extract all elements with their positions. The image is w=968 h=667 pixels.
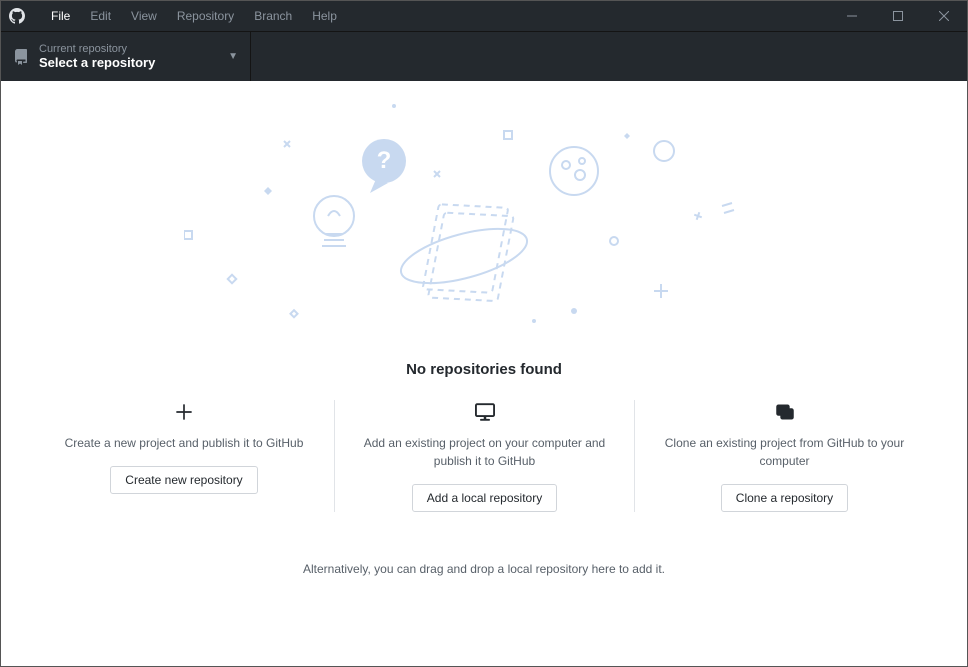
titlebar: File Edit View Repository Branch Help <box>1 1 967 31</box>
monitor-icon <box>473 400 497 424</box>
clone-repository-button[interactable]: Clone a repository <box>721 484 848 512</box>
window-controls <box>829 1 967 31</box>
toolbar: Current repository Select a repository ▼ <box>1 31 967 81</box>
menu-edit[interactable]: Edit <box>80 1 121 31</box>
menu-view[interactable]: View <box>121 1 167 31</box>
option-clone-description: Clone an existing project from GitHub to… <box>655 434 914 470</box>
repo-icon <box>13 49 29 65</box>
menubar: File Edit View Repository Branch Help <box>41 1 347 31</box>
repository-selector[interactable]: Current repository Select a repository ▼ <box>1 32 251 81</box>
close-button[interactable] <box>921 1 967 31</box>
svg-text:?: ? <box>377 147 392 174</box>
menu-file[interactable]: File <box>41 1 80 31</box>
chevron-down-icon: ▼ <box>228 51 238 62</box>
empty-state-illustration: ? <box>184 101 784 341</box>
drag-drop-hint: Alternatively, you can drag and drop a l… <box>303 562 665 576</box>
empty-state-heading: No repositories found <box>406 361 562 378</box>
plus-icon <box>172 400 196 424</box>
option-create-description: Create a new project and publish it to G… <box>65 434 304 452</box>
main-content: ? <box>1 81 967 666</box>
options-row: Create a new project and publish it to G… <box>24 400 944 512</box>
option-clone: Clone an existing project from GitHub to… <box>634 400 934 512</box>
option-add-local: Add an existing project on your computer… <box>334 400 634 512</box>
maximize-button[interactable] <box>875 1 921 31</box>
clone-icon <box>773 400 797 424</box>
repo-selector-value: Select a repository <box>39 55 228 70</box>
repo-selector-texts: Current repository Select a repository <box>39 43 228 70</box>
minimize-button[interactable] <box>829 1 875 31</box>
add-local-repository-button[interactable]: Add a local repository <box>412 484 557 512</box>
menu-repository[interactable]: Repository <box>167 1 244 31</box>
option-create: Create a new project and publish it to G… <box>34 400 334 512</box>
menu-branch[interactable]: Branch <box>244 1 302 31</box>
repo-selector-label: Current repository <box>39 43 228 55</box>
create-repository-button[interactable]: Create new repository <box>110 466 257 494</box>
option-add-local-description: Add an existing project on your computer… <box>355 434 614 470</box>
menu-help[interactable]: Help <box>302 1 347 31</box>
github-logo-icon <box>9 8 25 24</box>
